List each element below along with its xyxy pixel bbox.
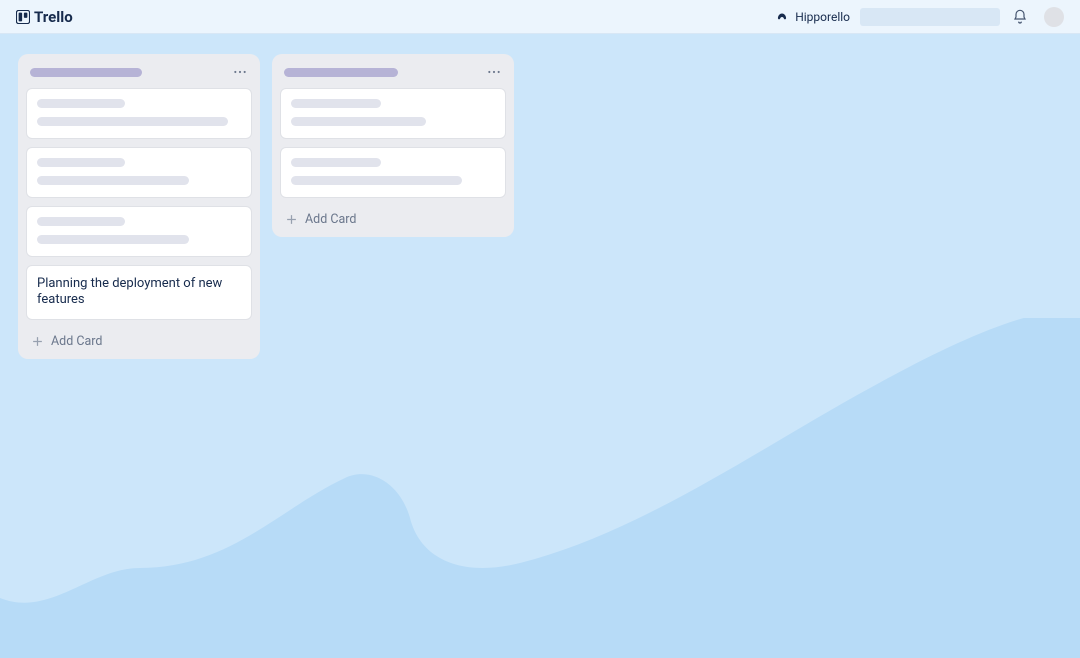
- card[interactable]: [26, 206, 252, 257]
- board: Planning the deployment of new features …: [0, 34, 1080, 658]
- add-card-button[interactable]: Add Card: [280, 206, 506, 229]
- list-menu-icon[interactable]: [486, 64, 502, 80]
- add-card-label: Add Card: [51, 334, 102, 349]
- card[interactable]: Planning the deployment of new features: [26, 265, 252, 320]
- add-card-button[interactable]: Add Card: [26, 328, 252, 351]
- card-line: [37, 235, 189, 244]
- list-menu-icon[interactable]: [232, 64, 248, 80]
- list-title[interactable]: [30, 68, 142, 77]
- card[interactable]: [280, 147, 506, 198]
- hipporello-label: Hipporello: [795, 10, 850, 24]
- card-text: Planning the deployment of new features: [37, 276, 241, 309]
- plus-icon: [284, 212, 299, 227]
- brand-label: Trello: [34, 8, 73, 26]
- card-line: [291, 176, 462, 185]
- list-header: [26, 64, 252, 88]
- hipporello-icon: [775, 10, 789, 24]
- trello-logo-icon: [16, 10, 30, 24]
- plus-icon: [30, 334, 45, 349]
- hipporello-powerup[interactable]: Hipporello: [775, 10, 850, 24]
- card[interactable]: [280, 88, 506, 139]
- card[interactable]: [26, 88, 252, 139]
- card-line: [37, 117, 228, 126]
- user-avatar[interactable]: [1044, 7, 1064, 27]
- card[interactable]: [26, 147, 252, 198]
- card-line: [37, 217, 125, 226]
- lists-container: Planning the deployment of new features …: [0, 34, 1080, 359]
- card-line: [291, 117, 426, 126]
- add-card-label: Add Card: [305, 212, 356, 227]
- card-line: [291, 158, 381, 167]
- list: Planning the deployment of new features …: [18, 54, 260, 359]
- card-line: [291, 99, 381, 108]
- card-line: [37, 176, 189, 185]
- board-background-wave-icon: [0, 318, 1080, 658]
- card-line: [37, 158, 125, 167]
- list-header: [280, 64, 506, 88]
- list-title[interactable]: [284, 68, 398, 77]
- card-line: [37, 99, 125, 108]
- search-input[interactable]: [860, 8, 1000, 26]
- notifications-icon[interactable]: [1012, 9, 1028, 25]
- app-header: Trello Hipporello: [0, 0, 1080, 34]
- list: Add Card: [272, 54, 514, 237]
- brand[interactable]: Trello: [16, 8, 73, 26]
